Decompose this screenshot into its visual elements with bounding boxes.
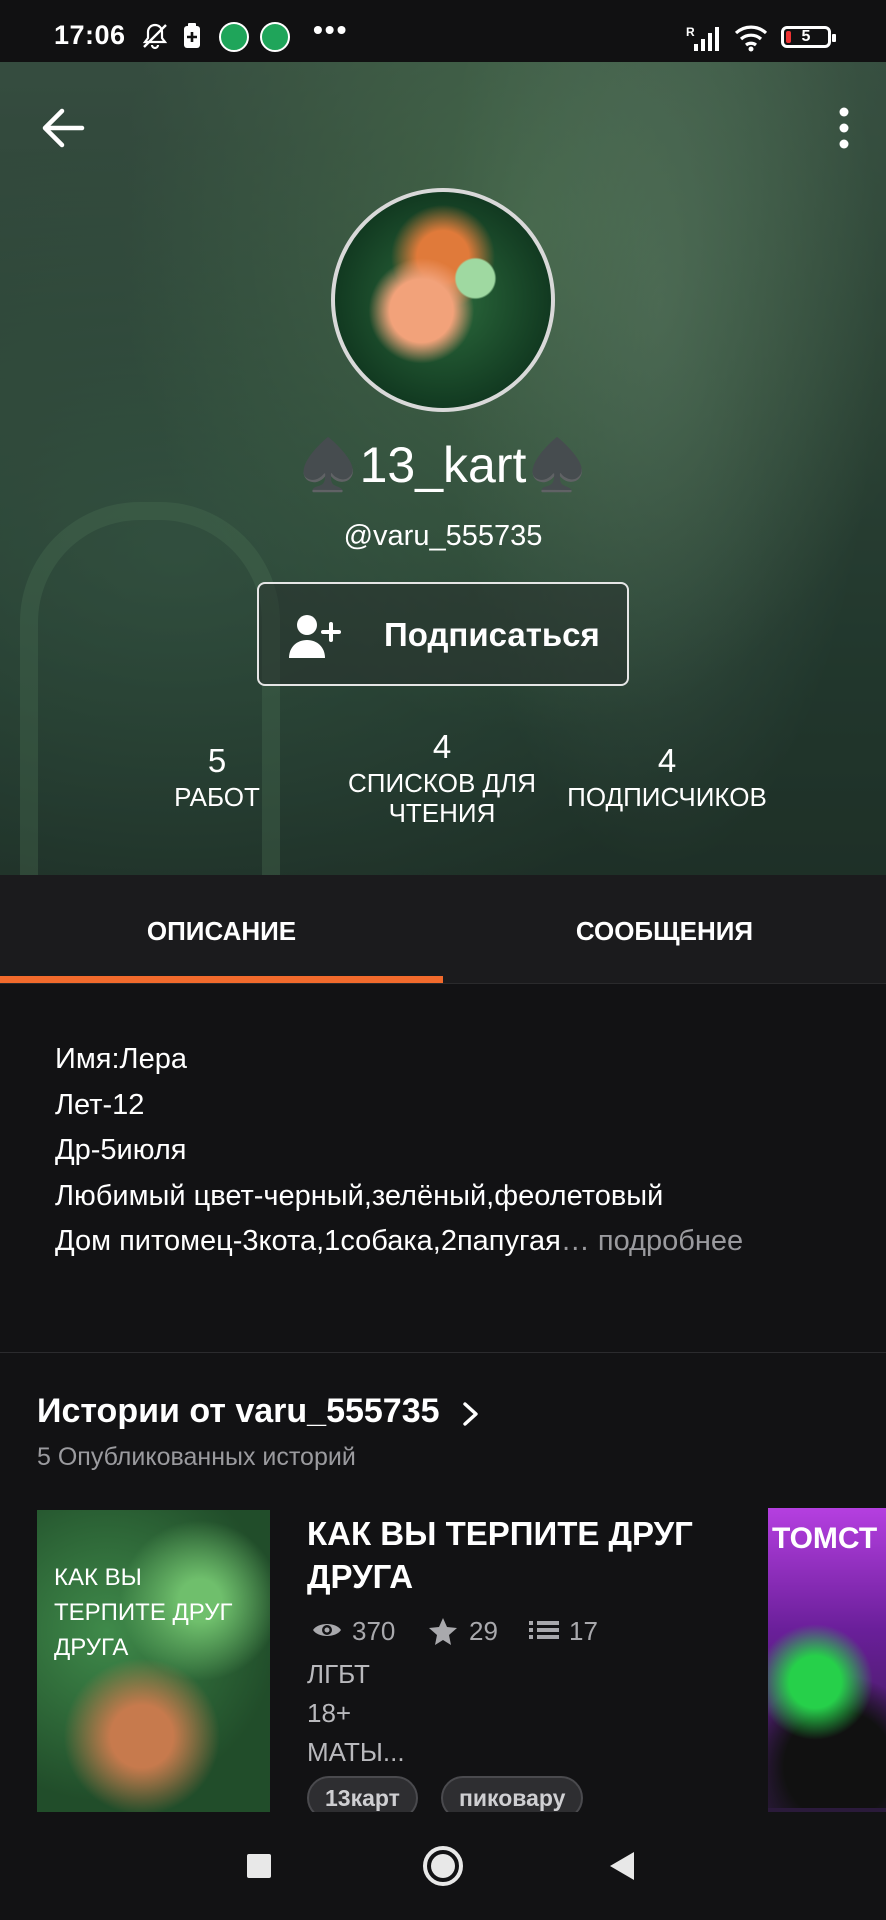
story-title[interactable]: КАК ВЫ ТЕРПИТЕ ДРУГ ДРУГА — [307, 1512, 747, 1598]
battery-saver-icon — [184, 23, 200, 48]
avatar[interactable] — [331, 188, 555, 412]
tab-description[interactable]: ОПИСАНИЕ — [0, 875, 443, 983]
tab-messages[interactable]: СООБЩЕНИЯ — [443, 875, 886, 983]
battery-icon: 5 — [781, 26, 836, 48]
eye-icon — [313, 1624, 341, 1636]
back-icon[interactable] — [598, 1840, 650, 1892]
description-ellipsis: … — [560, 1225, 590, 1257]
story-parts-count: 17 — [569, 1616, 598, 1646]
follow-button[interactable]: Подписаться — [257, 582, 629, 686]
story-cover-next-title: ТОМСТ — [772, 1522, 878, 1555]
follow-button-label: Подписаться — [384, 616, 600, 653]
star-icon — [429, 1618, 457, 1645]
stat-followers-label: ПОДПИСЧИКОВ — [567, 782, 767, 812]
story-votes: 29 — [428, 1614, 518, 1648]
stat-followers-count: 4 — [657, 742, 677, 779]
app-notification-icon — [219, 22, 249, 52]
svg-text:R: R — [686, 25, 695, 39]
description-line: Лет-12 — [55, 1088, 145, 1121]
more-vertical-icon — [839, 107, 849, 149]
description-line: Имя:Лера — [55, 1043, 187, 1075]
wifi-icon — [734, 25, 768, 52]
bell-off-icon — [142, 23, 168, 50]
story-description-line: МАТЫ... — [307, 1737, 405, 1767]
story-views-count: 370 — [352, 1616, 396, 1646]
status-bar: 17:06 ••• R 5 — [0, 0, 886, 62]
active-tab-indicator — [0, 976, 443, 983]
story-votes-count: 29 — [469, 1616, 498, 1646]
app-notification-icon — [260, 22, 290, 52]
add-user-icon — [289, 615, 341, 658]
stories-section-title[interactable]: Истории от varu_555735 — [37, 1392, 440, 1431]
profile-username: @varu_555735 — [343, 520, 543, 552]
story-description-line: 18+ — [307, 1698, 352, 1728]
stat-reading-lists-label: СПИСКОВ ДЛЯ ЧТЕНИЯ — [347, 768, 537, 828]
profile-description: Имя:Лера Лет-12 Др-5июля Любимый цвет-че… — [55, 1037, 855, 1265]
system-nav-bar — [0, 1812, 886, 1920]
stat-works[interactable]: 5 РАБОТ — [137, 742, 297, 812]
profile-tabs: ОПИСАНИЕ СООБЩЕНИЯ — [0, 875, 886, 983]
story-cover-title: КАК ВЫ ТЕРПИТЕ ДРУГ ДРУГА — [54, 1564, 233, 1661]
divider — [0, 1352, 886, 1353]
arrow-left-icon — [42, 108, 85, 148]
more-options-button[interactable] — [824, 102, 864, 158]
story-parts: 17 — [528, 1614, 618, 1648]
description-line: Любимый цвет-черный,зелёный,феолетовый — [55, 1179, 664, 1212]
stat-works-count: 5 — [207, 742, 227, 779]
read-more-link[interactable]: подробнее — [598, 1225, 743, 1257]
story-description-line: ЛГБТ — [307, 1659, 370, 1689]
stat-followers[interactable]: 4 ПОДПИСЧИКОВ — [555, 742, 779, 812]
back-button[interactable] — [36, 98, 96, 158]
description-line-last: Дом питомец-3кота,1собака,2папугая… подр… — [55, 1219, 855, 1265]
battery-level: 5 — [801, 28, 811, 45]
story-cover-next[interactable]: ТОМСТ — [768, 1508, 886, 1812]
chevron-right-icon[interactable] — [460, 1398, 482, 1430]
description-line: Др-5июля — [55, 1134, 187, 1166]
recent-apps-icon[interactable] — [233, 1840, 285, 1892]
story-cover[interactable]: КАК ВЫ ТЕРПИТЕ ДРУГ ДРУГА — [37, 1510, 270, 1812]
story-views: 370 — [311, 1614, 421, 1648]
divider — [0, 983, 886, 984]
signal-icon: R — [686, 25, 719, 51]
stat-works-label: РАБОТ — [174, 782, 260, 812]
stat-reading-lists-count: 4 — [432, 728, 452, 765]
list-icon — [529, 1621, 559, 1639]
stat-reading-lists[interactable]: 4 СПИСКОВ ДЛЯ ЧТЕНИЯ — [336, 728, 548, 828]
home-icon[interactable] — [417, 1840, 469, 1892]
description-line-text: Дом питомец-3кота,1собака,2папугая — [55, 1225, 561, 1257]
profile-display-name: ♠️13_kart♠️ — [297, 437, 589, 493]
status-time: 17:06 — [54, 20, 126, 50]
stories-count: 5 Опубликованных историй — [37, 1443, 356, 1471]
more-dots-icon: ••• — [313, 14, 349, 45]
